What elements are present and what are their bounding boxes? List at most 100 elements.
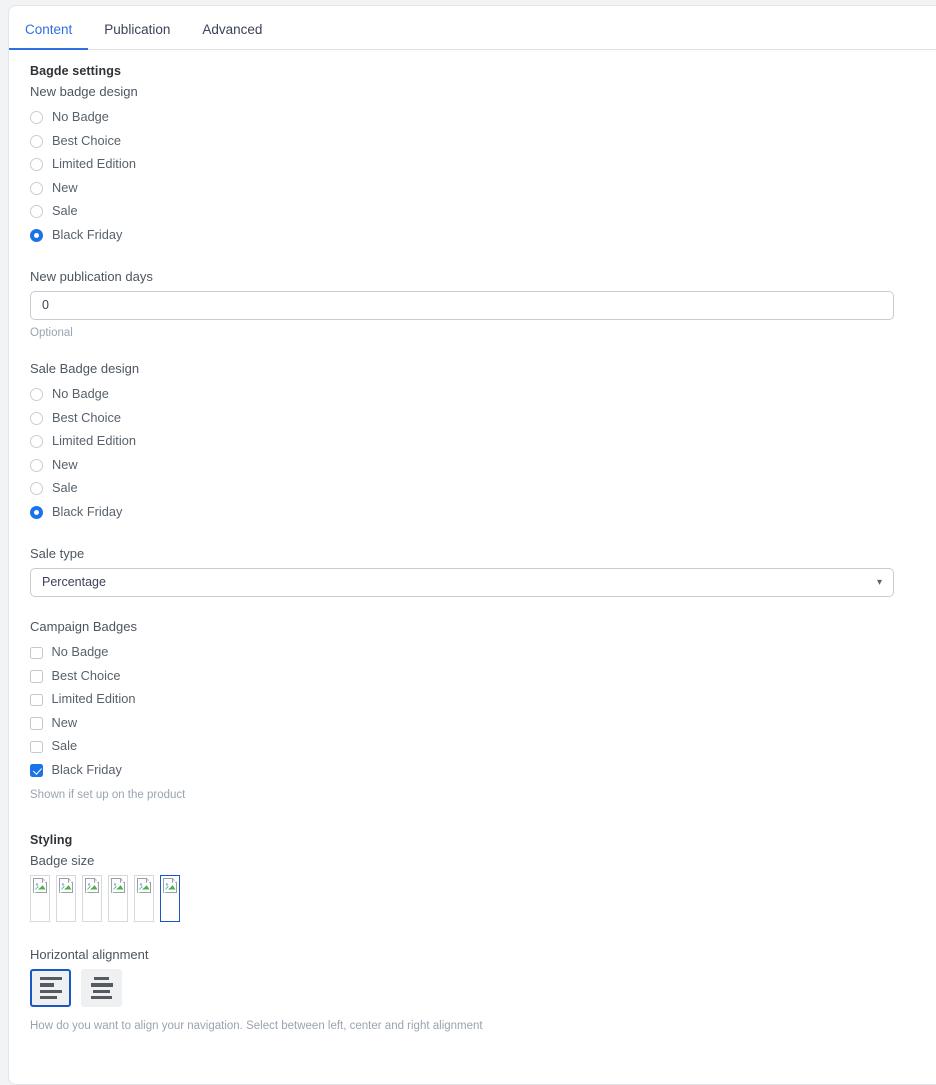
- tab-publication-label: Publication: [104, 21, 171, 37]
- campaign-badges-group: Campaign Badges No Badge Best Choice Lim…: [30, 619, 936, 801]
- checkbox-icon[interactable]: [30, 693, 43, 706]
- radio-icon[interactable]: [30, 158, 43, 172]
- checkbox-icon[interactable]: [30, 646, 43, 659]
- badge-size-swatch[interactable]: [134, 875, 154, 922]
- radio-option-no-badge[interactable]: No Badge: [30, 383, 936, 407]
- radio-option-label: Black Friday: [52, 503, 123, 519]
- campaign-badges-checkbox-group: No Badge Best Choice Limited Edition New…: [30, 641, 936, 782]
- checkbox-option-label: New: [51, 714, 78, 730]
- horizontal-alignment-label: Horizontal alignment: [30, 947, 149, 962]
- sale-badge-design-label: Sale Badge design: [30, 361, 140, 376]
- new-publication-days-label: New publication days: [30, 269, 153, 284]
- radio-icon[interactable]: [30, 111, 43, 125]
- checkbox-icon[interactable]: [30, 670, 43, 683]
- tab-publication[interactable]: Publication: [88, 21, 186, 50]
- badge-size-swatch[interactable]: [56, 875, 76, 922]
- checkbox-option-label: Sale: [51, 738, 78, 754]
- horizontal-alignment-buttons: [30, 969, 936, 1007]
- sale-badge-design-group: Sale Badge design No Badge Best Choice L…: [30, 361, 936, 524]
- radio-option-label: Best Choice: [52, 409, 121, 425]
- radio-option-black-friday[interactable]: Black Friday: [30, 501, 936, 525]
- radio-option-new[interactable]: New: [30, 454, 936, 478]
- radio-option-label: Sale: [52, 203, 78, 219]
- radio-icon[interactable]: [30, 482, 43, 496]
- radio-option-label: Black Friday: [52, 226, 123, 242]
- radio-option-label: New: [52, 179, 78, 195]
- styling-heading: Styling: [30, 833, 73, 847]
- tab-content-label: Content: [25, 21, 73, 37]
- radio-option-limited-edition[interactable]: Limited Edition: [30, 153, 936, 177]
- new-publication-days-field-group: New publication days 0 Optional: [30, 269, 936, 339]
- styling-group: Styling Badge size: [30, 833, 936, 922]
- radio-option-label: Limited Edition: [52, 156, 136, 172]
- chevron-down-icon: ▾: [876, 576, 882, 588]
- radio-option-label: Best Choice: [52, 132, 121, 148]
- checkbox-option-new[interactable]: New: [30, 712, 936, 736]
- radio-option-limited-edition[interactable]: Limited Edition: [30, 430, 936, 454]
- radio-option-best-choice[interactable]: Best Choice: [30, 130, 936, 154]
- radio-option-no-badge[interactable]: No Badge: [30, 106, 936, 130]
- horizontal-alignment-help: How do you want to align your navigation…: [30, 1020, 483, 1032]
- new-publication-days-input[interactable]: 0: [30, 291, 894, 320]
- sale-type-field-group: Sale type Percentage ▾: [30, 546, 936, 597]
- new-badge-design-label: New badge design: [30, 84, 138, 99]
- badge-size-swatch-list: [30, 875, 936, 922]
- broken-image-icon: [33, 878, 48, 894]
- radio-icon[interactable]: [30, 435, 43, 449]
- sale-type-select[interactable]: Percentage ▾: [30, 568, 894, 597]
- new-publication-days-value: 0: [42, 298, 49, 313]
- sale-type-label: Sale type: [30, 546, 85, 561]
- badge-size-swatch-selected[interactable]: [160, 875, 180, 922]
- radio-option-label: No Badge: [52, 386, 109, 402]
- broken-image-icon: [59, 878, 74, 894]
- radio-icon[interactable]: [30, 388, 43, 402]
- radio-option-new[interactable]: New: [30, 177, 936, 201]
- align-left-button[interactable]: [30, 969, 71, 1007]
- radio-icon[interactable]: [30, 134, 43, 148]
- align-left-icon: [39, 976, 62, 1000]
- checkbox-option-best-choice[interactable]: Best Choice: [30, 665, 936, 689]
- badge-size-swatch[interactable]: [30, 875, 50, 922]
- tab-advanced[interactable]: Advanced: [186, 21, 278, 50]
- badge-size-swatch[interactable]: [82, 875, 102, 922]
- settings-card: Content Publication Advanced Bagde setti…: [8, 5, 936, 1085]
- radio-icon[interactable]: [30, 181, 43, 195]
- radio-option-label: No Badge: [52, 109, 109, 125]
- radio-option-black-friday[interactable]: Black Friday: [30, 224, 936, 248]
- settings-body: Bagde settings New badge design No Badge…: [9, 50, 936, 1062]
- horizontal-alignment-group: Horizontal alignment How do you want to …: [30, 947, 936, 1032]
- checkbox-option-no-badge[interactable]: No Badge: [30, 641, 936, 665]
- align-center-button[interactable]: [81, 969, 122, 1007]
- radio-option-label: Limited Edition: [52, 433, 136, 449]
- radio-option-sale[interactable]: Sale: [30, 200, 936, 224]
- radio-icon[interactable]: [30, 458, 43, 472]
- align-center-icon: [90, 976, 113, 1000]
- radio-icon[interactable]: [30, 205, 43, 219]
- radio-icon-selected[interactable]: [30, 228, 43, 242]
- badge-size-swatch[interactable]: [108, 875, 128, 922]
- radio-icon[interactable]: [30, 411, 43, 425]
- broken-image-icon: [85, 878, 100, 894]
- checkbox-option-limited-edition[interactable]: Limited Edition: [30, 688, 936, 712]
- checkbox-option-label: No Badge: [51, 644, 109, 660]
- checkbox-icon-checked[interactable]: [30, 764, 43, 777]
- campaign-badges-label: Campaign Badges: [30, 619, 137, 634]
- checkbox-option-black-friday[interactable]: Black Friday: [30, 759, 936, 783]
- radio-icon-selected[interactable]: [30, 505, 43, 519]
- checkbox-option-label: Best Choice: [51, 667, 121, 683]
- radio-option-sale[interactable]: Sale: [30, 477, 936, 501]
- radio-option-best-choice[interactable]: Best Choice: [30, 407, 936, 431]
- sale-badge-design-radio-group: No Badge Best Choice Limited Edition New…: [30, 383, 936, 524]
- checkbox-option-label: Black Friday: [51, 761, 122, 777]
- checkbox-icon[interactable]: [30, 740, 43, 753]
- tab-advanced-label: Advanced: [202, 21, 263, 37]
- checkbox-icon[interactable]: [30, 717, 43, 730]
- radio-option-label: Sale: [52, 480, 78, 496]
- checkbox-option-sale[interactable]: Sale: [30, 735, 936, 759]
- broken-image-icon: [137, 878, 152, 894]
- broken-image-icon: [163, 878, 178, 894]
- tab-content[interactable]: Content: [9, 21, 89, 50]
- new-badge-design-radio-group: No Badge Best Choice Limited Edition New…: [30, 106, 936, 247]
- badge-settings-heading: Bagde settings: [30, 64, 121, 78]
- new-publication-days-help: Optional: [30, 327, 73, 339]
